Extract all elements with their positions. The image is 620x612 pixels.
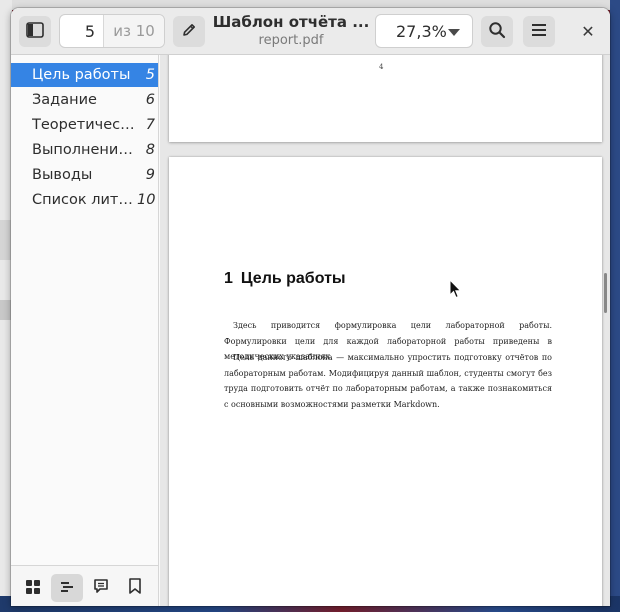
outline-tab[interactable] — [51, 574, 83, 602]
document-title-block: Шаблон отчёта ... report.pdf — [211, 13, 371, 48]
section-heading-number: 1 — [224, 270, 233, 287]
outline-icon — [60, 579, 74, 598]
headerbar: 5 из 10 Шаблон отчёта ... report.pdf 27,… — [11, 8, 610, 55]
page-number-entry[interactable]: 5 из 10 — [59, 14, 165, 48]
document-viewer-window: 5 из 10 Шаблон отчёта ... report.pdf 27,… — [11, 8, 610, 606]
outline-item-label: Выполнение… — [32, 142, 137, 158]
outline-item-page: 8 — [145, 142, 155, 158]
close-icon: ✕ — [581, 21, 595, 41]
outline-item[interactable]: Выводы 9 — [11, 163, 158, 187]
hamburger-menu-icon — [531, 22, 547, 41]
outline-item[interactable]: Цель работы 5 — [11, 63, 158, 87]
outline-item-label: Теоретичес… — [32, 117, 135, 133]
search-button[interactable] — [481, 16, 513, 47]
outline-item-page: 7 — [145, 117, 155, 133]
outline-item-label: Цель работы — [32, 67, 131, 83]
thumbnails-icon — [26, 579, 40, 598]
outline-item-page: 5 — [145, 67, 155, 83]
document-title: Шаблон отчёта ... — [212, 13, 370, 31]
page-number-footer: 4 — [379, 63, 384, 71]
paragraph: Цель данного шаблона — максимально упрос… — [224, 353, 552, 410]
document-view[interactable]: 4 1 Цель работы Здесь приводится формулир… — [160, 55, 610, 606]
sidebar-tabs — [11, 565, 158, 606]
outline-item[interactable]: Задание 6 — [11, 88, 158, 112]
annotations-icon — [93, 578, 109, 598]
outline-item[interactable]: Выполнение… 8 — [11, 138, 158, 162]
bookmarks-tab[interactable] — [119, 574, 151, 602]
page-total-label: из 10 — [104, 15, 164, 47]
thumbnails-tab[interactable] — [17, 574, 49, 602]
outline-item-page: 6 — [145, 92, 155, 108]
outline-item-page: 9 — [145, 167, 155, 183]
desktop-background-right — [610, 0, 620, 612]
annotate-button[interactable] — [173, 16, 205, 47]
outline-item-label: Список лите… — [32, 192, 137, 208]
outline-item[interactable]: Список лите… 10 — [11, 188, 158, 212]
document-filename: report.pdf — [258, 33, 324, 48]
close-button[interactable]: ✕ — [577, 20, 599, 42]
section-heading-text: Цель работы — [240, 270, 346, 287]
outline-item-label: Выводы — [32, 167, 93, 183]
section-heading: 1 Цель работы — [224, 270, 346, 288]
sidebar-toggle-icon — [26, 21, 44, 42]
outline-item[interactable]: Теоретичес… 7 — [11, 113, 158, 137]
annotations-tab[interactable] — [85, 574, 117, 602]
bookmark-icon — [128, 578, 142, 598]
current-page-input[interactable]: 5 — [60, 15, 104, 47]
dropdown-arrow-icon — [448, 29, 460, 36]
document-page-previous: 4 — [169, 55, 602, 142]
pencil-icon — [181, 22, 197, 42]
sidebar: Цель работы 5 Задание 6 Теоретичес… 7 Выполнен… — [11, 55, 159, 606]
sidebar-toggle-button[interactable] — [19, 16, 51, 47]
search-icon — [488, 21, 506, 43]
zoom-level: 27,3% — [396, 21, 447, 41]
vertical-scrollbar[interactable] — [604, 273, 607, 313]
document-page-current: 1 Цель работы Здесь приводится формулиров… — [169, 157, 602, 606]
zoom-dropdown[interactable]: 27,3% — [375, 14, 473, 48]
outline-item-page: 10 — [137, 192, 156, 208]
mouse-pointer-icon — [449, 278, 462, 303]
main-menu-button[interactable] — [523, 16, 555, 47]
outline-item-label: Задание — [32, 92, 97, 108]
